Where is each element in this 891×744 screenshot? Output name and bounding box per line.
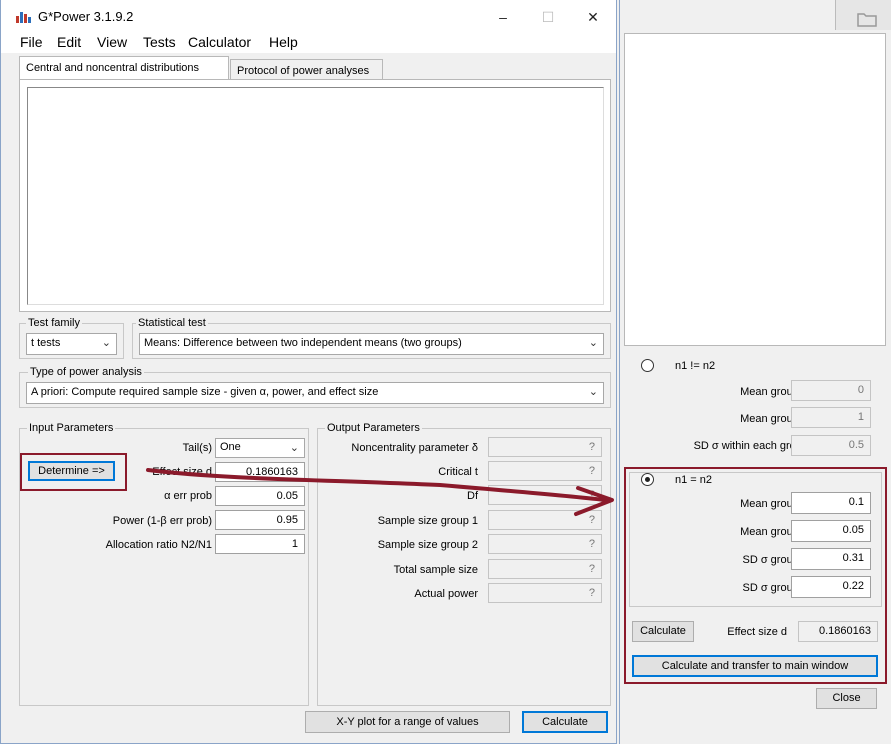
equal-sd1-field[interactable]: 0.31: [791, 548, 871, 570]
sample-size-group1-label: Sample size group 1: [377, 515, 478, 527]
menu-tests[interactable]: Tests: [143, 34, 176, 50]
determine-button[interactable]: Determine =>: [28, 461, 115, 481]
test-family-value: t tests: [31, 337, 61, 349]
statistical-test-select[interactable]: Means: Difference between two independen…: [139, 333, 604, 355]
allocation-ratio-label: Allocation ratio N2/N1: [105, 539, 212, 551]
tails-label: Tail(s): [182, 442, 212, 454]
statistical-test-value: Means: Difference between two independen…: [144, 337, 462, 349]
critical-t-label: Critical t: [438, 466, 478, 478]
unequal-mean1-field: 0: [791, 380, 871, 401]
power-field[interactable]: 0.95: [215, 510, 305, 530]
side-close-button[interactable]: Close: [816, 688, 877, 709]
equal-n-radio[interactable]: [641, 473, 654, 486]
unequal-mean2-field: 1: [791, 407, 871, 428]
chevron-down-icon: ⌄: [588, 337, 598, 349]
chevron-down-icon: ⌄: [101, 337, 111, 349]
side-calculate-button[interactable]: Calculate: [632, 621, 694, 642]
output-parameters-label: Output Parameters: [325, 422, 422, 434]
close-button[interactable]: ✕: [573, 4, 613, 30]
minimize-button[interactable]: –: [483, 4, 523, 30]
menu-bar: File Edit View Tests Calculator Help: [1, 33, 616, 53]
actual-power-field: ?: [488, 583, 602, 603]
alpha-field[interactable]: 0.05: [215, 486, 305, 506]
window-title: G*Power 3.1.9.2: [38, 9, 134, 24]
df-label: Df: [467, 490, 478, 502]
main-window: G*Power 3.1.9.2 – ☐ ✕ File Edit View Tes…: [0, 0, 617, 744]
power-analysis-select[interactable]: A priori: Compute required sample size -…: [26, 382, 604, 404]
unequal-n-label: n1 != n2: [675, 360, 716, 372]
critical-t-field: ?: [488, 461, 602, 481]
app-icon: [16, 12, 31, 23]
side-window-titlebar: [835, 0, 891, 30]
title-bar: G*Power 3.1.9.2 – ☐ ✕: [1, 0, 616, 33]
chevron-down-icon: ⌄: [289, 442, 299, 454]
xy-plot-button[interactable]: X-Y plot for a range of values: [305, 711, 510, 733]
input-parameters-group: Input Parameters Tail(s) One ⌄ Effect si…: [19, 422, 309, 706]
statistical-test-group: Statistical test Means: Difference betwe…: [132, 317, 611, 359]
effect-size-label: Effect size d: [152, 466, 212, 478]
power-analysis-label: Type of power analysis: [28, 366, 144, 378]
test-family-label: Test family: [26, 317, 82, 329]
menu-file[interactable]: File: [20, 34, 43, 50]
tab-central-distributions[interactable]: Central and noncentral distributions: [19, 56, 229, 80]
menu-help[interactable]: Help: [269, 34, 298, 50]
effect-size-field[interactable]: 0.1860163: [215, 462, 305, 482]
side-effect-size-field: 0.1860163: [798, 621, 878, 642]
power-analysis-group: Type of power analysis A priori: Compute…: [19, 366, 611, 408]
statistical-test-label: Statistical test: [136, 317, 208, 329]
test-family-select[interactable]: t tests ⌄: [26, 333, 117, 355]
menu-calculator[interactable]: Calculator: [188, 34, 251, 50]
menu-edit[interactable]: Edit: [57, 34, 81, 50]
distribution-panel: [19, 79, 611, 312]
test-family-group: Test family t tests ⌄: [19, 317, 124, 359]
tab-protocol[interactable]: Protocol of power analyses: [230, 59, 383, 81]
equal-n-label: n1 = n2: [675, 474, 713, 486]
tails-value: One: [220, 441, 241, 453]
equal-mean2-field[interactable]: 0.05: [791, 520, 871, 542]
alpha-label: α err prob: [164, 490, 212, 502]
unequal-sd-field: 0.5: [791, 435, 871, 456]
distribution-plot: [27, 87, 604, 305]
input-parameters-label: Input Parameters: [27, 422, 116, 434]
output-parameters-group: Output Parameters Noncentrality paramete…: [317, 422, 611, 706]
sample-size-group2-field: ?: [488, 534, 602, 554]
sample-size-group1-field: ?: [488, 510, 602, 530]
maximize-button[interactable]: ☐: [528, 4, 568, 30]
calculate-transfer-button[interactable]: Calculate and transfer to main window: [632, 655, 878, 677]
noncentrality-field: ?: [488, 437, 602, 457]
power-analysis-value: A priori: Compute required sample size -…: [31, 386, 379, 398]
effect-size-window: n1 != n2 Mean group 1 0 Mean group 2 1 S…: [619, 0, 891, 744]
side-effect-size-label: Effect size d: [727, 626, 787, 638]
calculate-button[interactable]: Calculate: [522, 711, 608, 733]
tails-select[interactable]: One ⌄: [215, 438, 305, 458]
total-sample-size-field: ?: [488, 559, 602, 579]
menu-view[interactable]: View: [97, 34, 127, 50]
side-preview-panel: [624, 33, 886, 346]
folder-icon: [857, 13, 877, 27]
equal-sd2-field[interactable]: 0.22: [791, 576, 871, 598]
chevron-down-icon: ⌄: [588, 386, 598, 398]
sample-size-group2-label: Sample size group 2: [377, 539, 478, 551]
noncentrality-label: Noncentrality parameter δ: [351, 442, 478, 454]
total-sample-size-label: Total sample size: [393, 564, 478, 576]
allocation-ratio-field[interactable]: 1: [215, 534, 305, 554]
df-field: ?: [488, 485, 602, 505]
actual-power-label: Actual power: [414, 588, 478, 600]
equal-mean1-field[interactable]: 0.1: [791, 492, 871, 514]
power-label: Power (1-β err prob): [112, 515, 212, 527]
unequal-n-radio[interactable]: [641, 359, 654, 372]
